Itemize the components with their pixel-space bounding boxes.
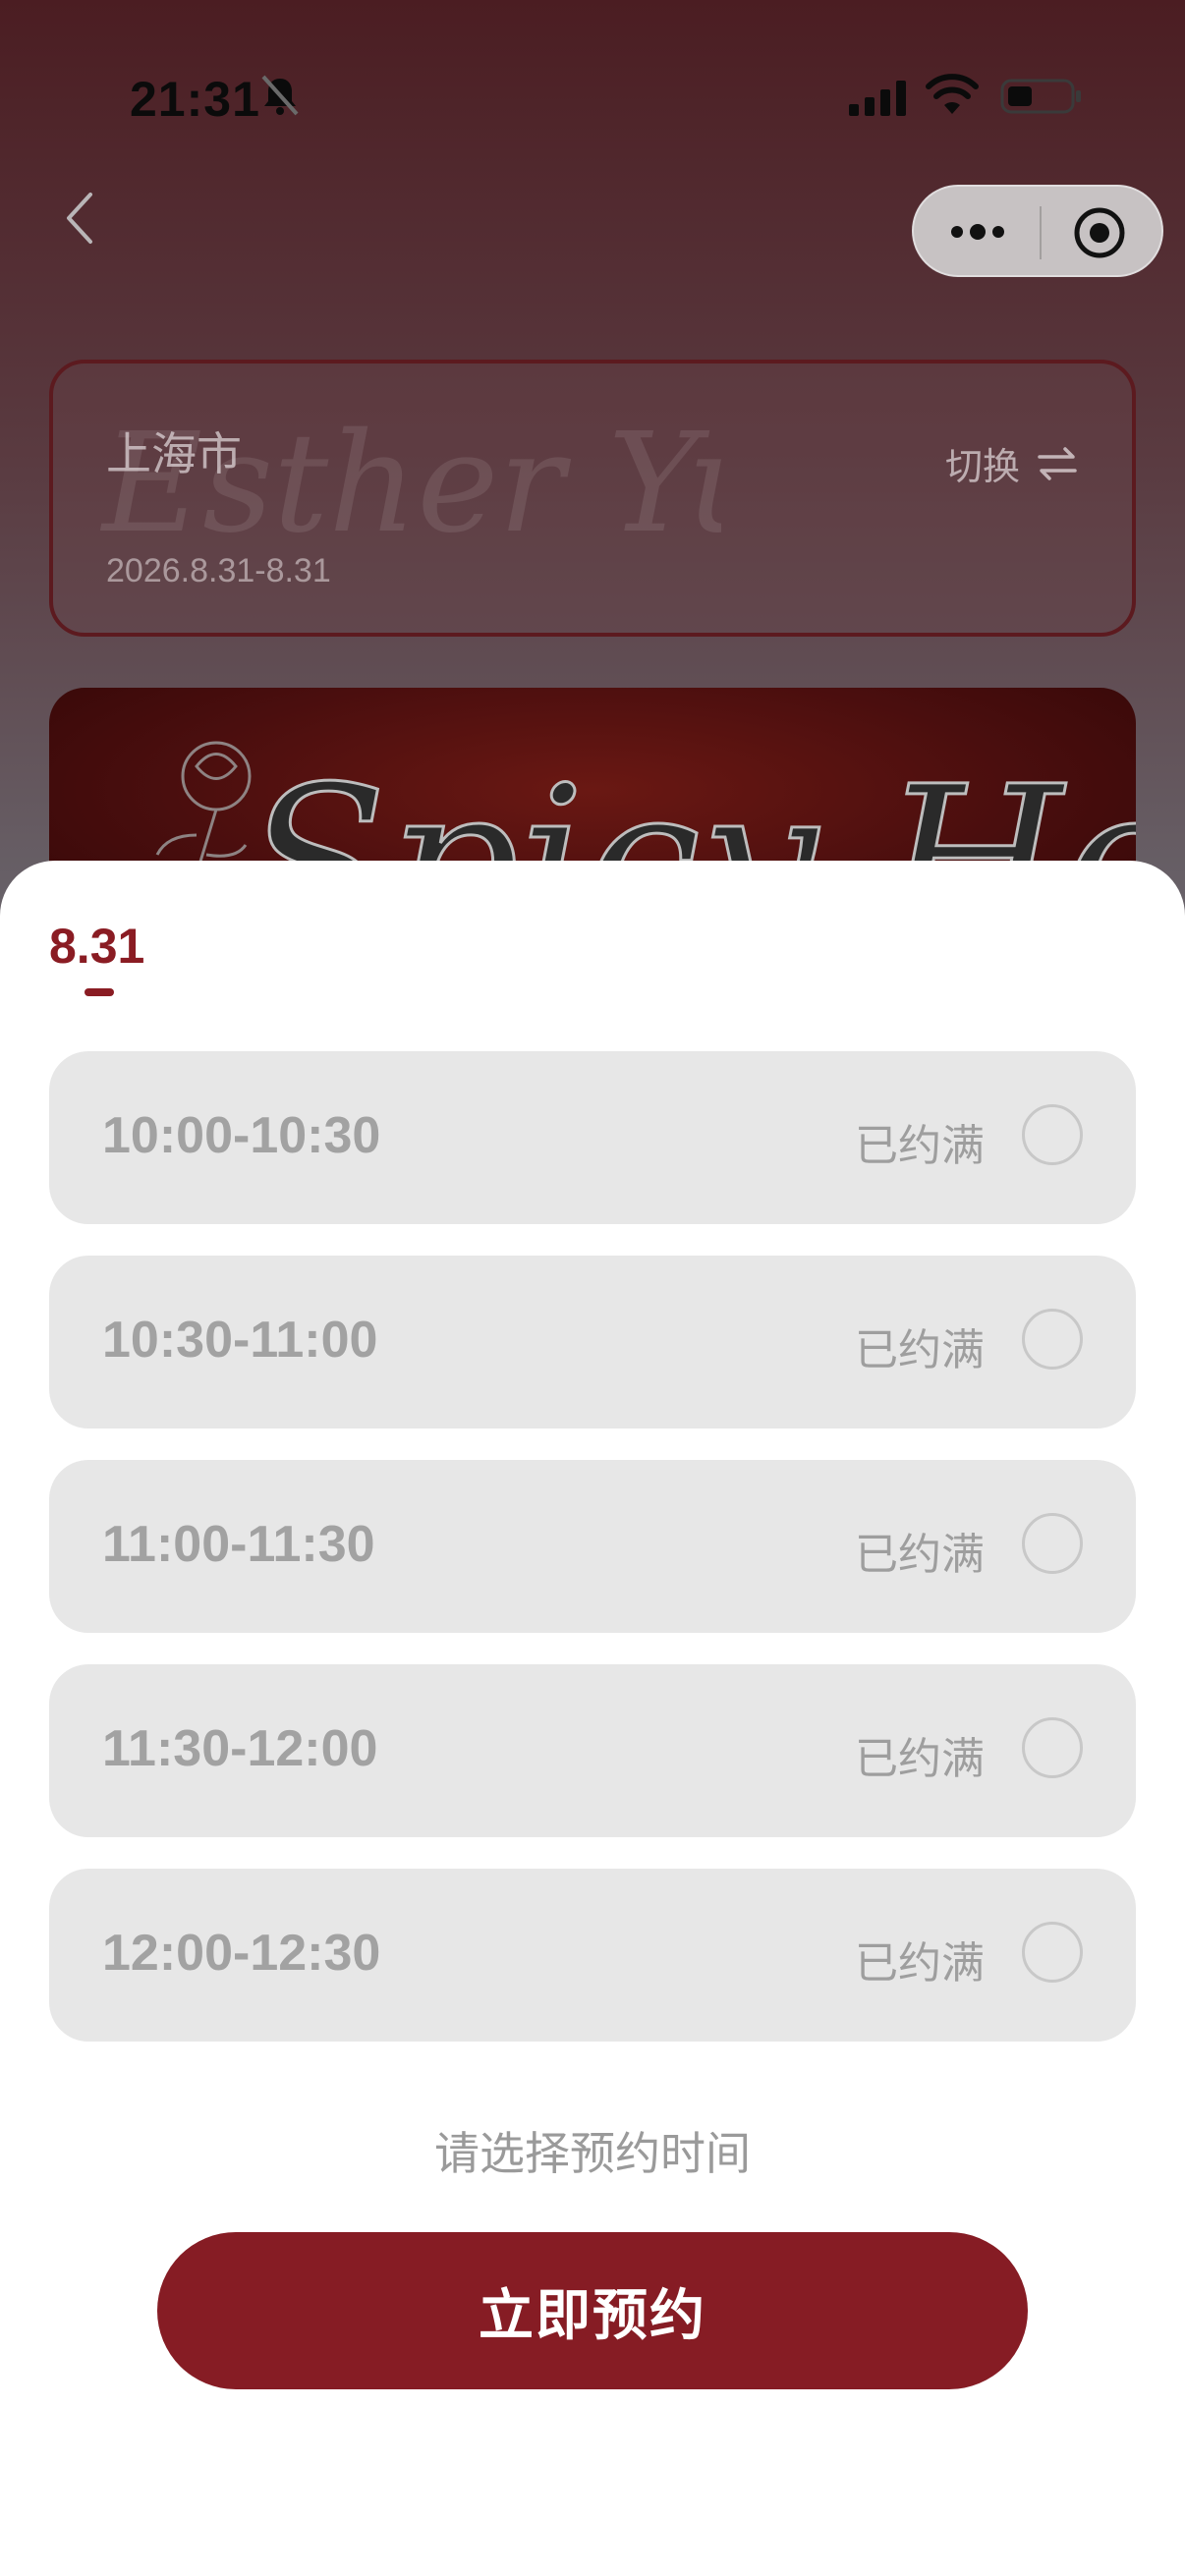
book-now-button[interactable]: 立即预约 xyxy=(157,2232,1028,2389)
switch-city-button[interactable]: 切换 xyxy=(945,436,1079,490)
slot-status: 已约满 xyxy=(855,1735,985,1783)
slot-radio[interactable] xyxy=(1022,1309,1083,1370)
status-time: 21:31 xyxy=(130,72,260,127)
status-bar: 21:31 xyxy=(0,0,1185,187)
slot-status: 已约满 xyxy=(855,1326,985,1374)
slot-time: 12:00-12:30 xyxy=(102,1925,381,1982)
slot-radio[interactable] xyxy=(1022,1922,1083,1983)
signal-icon xyxy=(849,81,906,116)
time-slot[interactable]: 10:30-11:00 已约满 xyxy=(49,1256,1136,1428)
select-time-hint: 请选择预约时间 xyxy=(434,2128,751,2179)
miniapp-capsule xyxy=(912,185,1163,277)
swap-icon xyxy=(1038,446,1077,480)
bell-muted-icon xyxy=(261,75,299,116)
date-tab[interactable]: 8.31 xyxy=(49,918,144,975)
city-name: 上海市 xyxy=(106,428,242,479)
slot-time: 11:30-12:00 xyxy=(102,1720,378,1777)
slot-radio[interactable] xyxy=(1022,1717,1083,1778)
time-slot[interactable]: 10:00-10:30 已约满 xyxy=(49,1051,1136,1224)
slot-status: 已约满 xyxy=(855,1531,985,1579)
slot-time: 10:00-10:30 xyxy=(102,1107,381,1164)
switch-label: 切换 xyxy=(944,447,1020,488)
time-slot[interactable]: 12:00-12:30 已约满 xyxy=(49,1869,1136,2042)
time-slot-sheet: 8.31 10:00-10:30 已约满 10:30-11:00 已约满 11:… xyxy=(0,861,1185,2576)
city-dates: 2026.8.31-8.31 xyxy=(106,552,331,589)
capsule-divider xyxy=(1040,206,1042,259)
back-chevron-icon[interactable] xyxy=(61,187,100,250)
city-card[interactable]: Esther Yu 上海市 2026.8.31-8.31 切换 xyxy=(49,360,1136,637)
more-dots-icon[interactable] xyxy=(947,214,1008,250)
slot-status: 已约满 xyxy=(855,1122,985,1170)
slot-status: 已约满 xyxy=(855,1939,985,1988)
time-slot[interactable]: 11:00-11:30 已约满 xyxy=(49,1460,1136,1633)
battery-icon xyxy=(1000,79,1081,114)
date-tab-indicator xyxy=(85,988,114,996)
time-slot[interactable]: 11:30-12:00 已约满 xyxy=(49,1664,1136,1837)
slot-radio[interactable] xyxy=(1022,1104,1083,1165)
wifi-icon xyxy=(926,74,979,114)
slot-time: 10:30-11:00 xyxy=(102,1312,378,1369)
target-icon[interactable] xyxy=(1071,204,1128,261)
slot-time: 11:00-11:30 xyxy=(102,1516,375,1573)
slot-radio[interactable] xyxy=(1022,1513,1083,1574)
